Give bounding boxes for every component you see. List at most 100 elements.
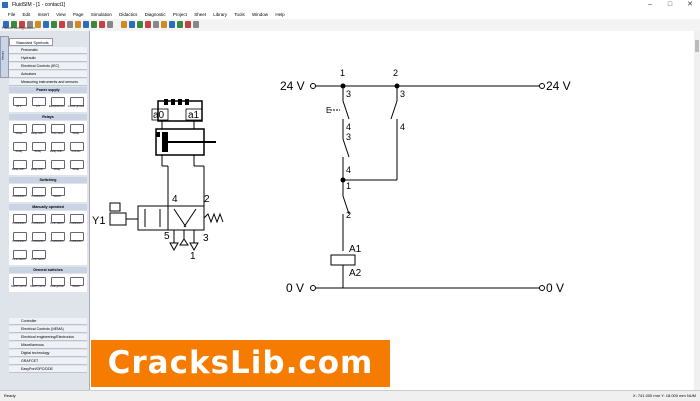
library-category[interactable]: Miscellaneous: [9, 342, 87, 349]
library-vertical-tab[interactable]: Library: [0, 36, 9, 78]
zoom-in-icon[interactable]: [83, 21, 89, 28]
library-category[interactable]: Actuators: [9, 71, 87, 78]
library-symbol[interactable]: 0 V: [30, 96, 46, 110]
library-section-header[interactable]: General switches: [9, 267, 87, 273]
library-symbol[interactable]: Relay: [11, 141, 27, 155]
menu-simulation[interactable]: Simulation: [91, 12, 112, 17]
library-section-header[interactable]: Manually operated: [9, 204, 87, 210]
delete-icon[interactable]: [75, 21, 81, 28]
menu-sheet[interactable]: Sheet: [194, 12, 206, 17]
menu-library[interactable]: Library: [213, 12, 227, 17]
copy-icon[interactable]: [59, 21, 65, 28]
library-category[interactable]: EasyPort/OPC/DDE: [9, 366, 87, 373]
menu-file[interactable]: File: [8, 12, 15, 17]
menu-page[interactable]: Page: [73, 12, 84, 17]
library-section-header[interactable]: Relays: [9, 114, 87, 120]
library-symbol[interactable]: Relay with...: [11, 159, 27, 173]
stop-icon[interactable]: [145, 21, 151, 28]
zoom-out-icon[interactable]: [91, 21, 97, 28]
library-symbol[interactable]: Pushbutton: [11, 231, 27, 245]
menu-insert[interactable]: Insert: [38, 12, 49, 17]
redo-icon[interactable]: [43, 21, 49, 28]
library-category[interactable]: Hydraulic: [9, 55, 87, 62]
library-symbol[interactable]: Pushbutton: [30, 213, 46, 227]
help-icon[interactable]: [193, 21, 199, 28]
step-icon[interactable]: [153, 21, 159, 28]
maximize-button[interactable]: □: [660, 0, 680, 10]
symbol-label: Pushbutton: [31, 240, 45, 243]
scrollbar-thumb[interactable]: [695, 40, 699, 52]
symbol-label: Counter: [71, 150, 81, 153]
library-symbol[interactable]: Circuit ground: [68, 96, 84, 110]
paste-icon[interactable]: [67, 21, 73, 28]
library-symbol[interactable]: Pushbutton: [11, 213, 27, 227]
symbol-label: Relay: [72, 132, 80, 135]
circuit-canvas[interactable]: a0 a1 4 2 Y1 5 3 1 24 V 24 V 0 V 0 V 1 2…: [90, 31, 694, 390]
grid-icon[interactable]: [107, 21, 113, 28]
library-symbol[interactable]: 24 V: [11, 96, 27, 110]
menu-tools[interactable]: Tools: [234, 12, 245, 17]
library-category[interactable]: Digital technology: [9, 350, 87, 357]
library-symbol[interactable]: Relay: [49, 159, 65, 173]
library-symbol[interactable]: Relay with...: [30, 159, 46, 173]
library-symbol[interactable]: Pushbutton: [49, 231, 65, 245]
minimize-button[interactable]: –: [640, 0, 660, 10]
library-symbol[interactable]: Relay: [68, 159, 84, 173]
library-symbol[interactable]: Pushbutton: [11, 186, 27, 200]
library-category[interactable]: Measuring instruments and sensors: [9, 79, 87, 86]
library-symbol[interactable]: Counter: [68, 141, 84, 155]
menu-view[interactable]: View: [56, 12, 66, 17]
library-symbol[interactable]: Relay: [11, 123, 27, 137]
close-button[interactable]: ✕: [680, 0, 700, 10]
standard-symbols-tab[interactable]: Standard Symbols: [9, 38, 53, 46]
symbol-label: Relay: [72, 168, 80, 171]
failure-config-tab[interactable]: Failure configuration: [2, 26, 35, 30]
check-icon[interactable]: [177, 21, 183, 28]
menu-diagnostic[interactable]: Diagnostic: [145, 12, 166, 17]
record-icon[interactable]: [169, 21, 175, 28]
pause-icon[interactable]: [137, 21, 143, 28]
play-icon[interactable]: [129, 21, 135, 28]
library-category[interactable]: Controller: [9, 318, 87, 325]
menu-project[interactable]: Project: [173, 12, 187, 17]
library-symbol[interactable]: Switch: [68, 276, 84, 290]
menu-window[interactable]: Window: [252, 12, 268, 17]
vertical-scrollbar[interactable]: [694, 31, 700, 390]
library-symbol[interactable]: Relay with...: [49, 141, 65, 155]
menu-edit[interactable]: Edit: [23, 12, 31, 17]
menu-didactics[interactable]: Didactics: [119, 12, 137, 17]
library-symbol-grid: Pushbutton Pushbutton Switch: [9, 184, 87, 202]
library-symbol[interactable]: Relay with...: [30, 123, 46, 137]
zoom-fit-icon[interactable]: [99, 21, 105, 28]
library-symbol[interactable]: Limit switch: [30, 249, 46, 263]
symbol-label: Electrical con...: [49, 105, 65, 108]
library-symbol[interactable]: Switch: [49, 186, 65, 200]
library-category[interactable]: Electrical Controls (NEMA): [9, 326, 87, 333]
library-symbol[interactable]: Pushbutton: [68, 231, 84, 245]
settings-icon[interactable]: [185, 21, 191, 28]
library-section-header[interactable]: Power supply: [9, 87, 87, 93]
library-symbol[interactable]: Electrical con...: [49, 96, 65, 110]
library-category[interactable]: Electrical Controls (IEC): [9, 63, 87, 70]
align-icon[interactable]: [121, 21, 127, 28]
symbol-label: Pushbutton: [69, 240, 83, 243]
menu-help[interactable]: Help: [275, 12, 284, 17]
library-symbol[interactable]: Switch (norm...: [30, 276, 46, 290]
library-symbol[interactable]: Limit switch: [11, 249, 27, 263]
library-symbol[interactable]: Pushbutton: [68, 213, 84, 227]
undo-icon[interactable]: [35, 21, 41, 28]
library-category[interactable]: GRAFCET: [9, 358, 87, 365]
library-symbol[interactable]: Pushbutton: [30, 231, 46, 245]
library-symbol[interactable]: Changeover: [49, 276, 65, 290]
library-section-header[interactable]: Switching: [9, 177, 87, 183]
library-symbol[interactable]: Relay: [30, 141, 46, 155]
library-symbol[interactable]: Limit switch: [49, 213, 65, 227]
library-symbol[interactable]: Relay: [68, 123, 84, 137]
cut-icon[interactable]: [51, 21, 57, 28]
library-category[interactable]: Electrical engineering/Electronics: [9, 334, 87, 341]
library-symbol[interactable]: Pushbutton: [30, 186, 46, 200]
library-symbol[interactable]: Time relay: [49, 123, 65, 137]
library-symbol[interactable]: Switch (norm...: [11, 276, 27, 290]
reset-icon[interactable]: [161, 21, 167, 28]
library-category[interactable]: Pneumatic: [9, 47, 87, 54]
